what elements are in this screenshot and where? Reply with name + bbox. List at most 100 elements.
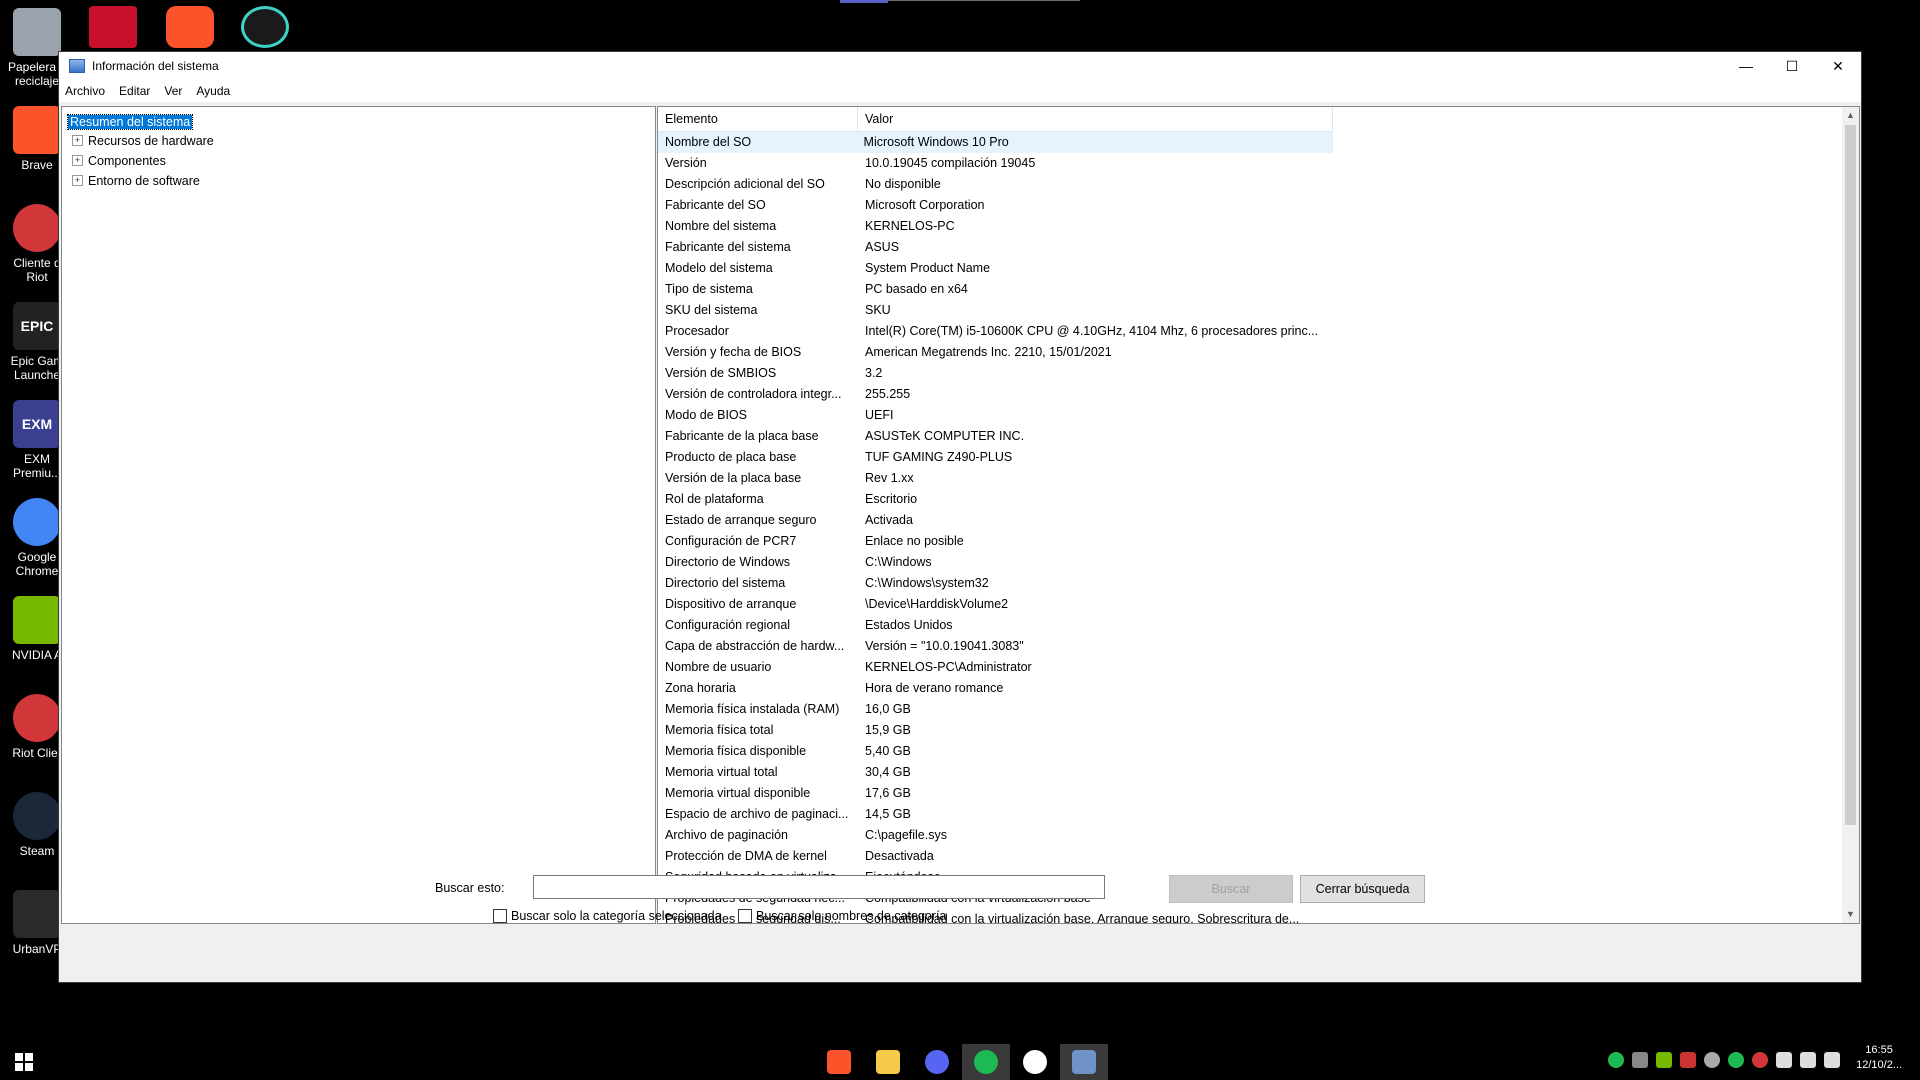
cell-value: 255.255 (865, 387, 911, 401)
taskbar-spotify-icon[interactable] (962, 1044, 1010, 1080)
table-row[interactable]: Configuración de PCR7 Enlace no posible (658, 531, 1828, 552)
menu-editar[interactable]: Editar (112, 84, 157, 98)
table-row[interactable]: Dispositivo de arranque \Device\HarddiskV… (658, 594, 1828, 615)
tray-network-icon[interactable] (1800, 1052, 1816, 1068)
tray-spotify-icon[interactable] (1728, 1052, 1744, 1068)
tree-item-components[interactable]: + Componentes (72, 152, 166, 170)
table-row[interactable]: Versión 10.0.19045 compilación 19045 (658, 153, 1828, 174)
table-row[interactable]: Memoria virtual disponible 17,6 GB (658, 783, 1828, 804)
taskbar-clock[interactable]: 16:55 12/10/2... (1856, 1043, 1902, 1073)
table-row[interactable]: Nombre del sistema KERNELOS-PC (658, 216, 1828, 237)
menu-ver[interactable]: Ver (157, 84, 189, 98)
expand-icon[interactable]: + (72, 175, 83, 187)
table-row[interactable]: Protección de DMA de kernel Desactivada (658, 846, 1828, 867)
table-row[interactable]: Directorio de Windows C:\Windows (658, 552, 1828, 573)
scroll-thumb[interactable] (1845, 125, 1856, 825)
table-row[interactable]: Archivo de paginación C:\pagefile.sys (658, 825, 1828, 846)
search-input[interactable] (533, 875, 1105, 899)
cell-value: ASUSTeK COMPUTER INC. (865, 429, 1025, 443)
tree-item-label: Resumen del sistema (66, 114, 194, 130)
table-row[interactable]: Espacio de archivo de paginaci... 14,5 GB (658, 804, 1828, 825)
menu-ayuda[interactable]: Ayuda (189, 84, 237, 98)
table-row[interactable]: Zona horaria Hora de verano romance (658, 678, 1828, 699)
vertical-scrollbar[interactable]: ▲ ▼ (1842, 107, 1859, 923)
tree-item-summary[interactable]: Resumen del sistema (66, 113, 194, 131)
close-button[interactable]: ✕ (1815, 52, 1861, 80)
taskbar-clock-app-icon[interactable] (1011, 1044, 1059, 1080)
tree-item-hardware[interactable]: + Recursos de hardware (72, 132, 214, 150)
table-row[interactable]: Versión de controladora integr... 255.255 (658, 384, 1828, 405)
tray-razer-icon[interactable] (1608, 1052, 1624, 1068)
table-row[interactable]: Versión y fecha de BIOS American Megatren… (658, 342, 1828, 363)
table-row[interactable]: SKU del sistema SKU (658, 300, 1828, 321)
table-row[interactable]: Tipo de sistema PC basado en x64 (658, 279, 1828, 300)
table-row[interactable]: Procesador Intel(R) Core(TM) i5-10600K CP… (658, 321, 1828, 342)
expand-icon[interactable]: + (72, 155, 83, 167)
cell-value: 14,5 GB (865, 807, 911, 821)
tree-item-software[interactable]: + Entorno de software (72, 172, 200, 190)
menu-archivo[interactable]: Archivo (59, 84, 112, 98)
details-list[interactable]: Elemento Valor Nombre del SO Microsoft Wi… (657, 106, 1860, 924)
start-button[interactable] (0, 1044, 48, 1080)
table-row[interactable]: Versión de SMBIOS 3.2 (658, 363, 1828, 384)
table-row[interactable]: Estado de arranque seguro Activada (658, 510, 1828, 531)
close-search-button[interactable]: Cerrar búsqueda (1300, 875, 1425, 903)
clock-date: 12/10/2... (1856, 1059, 1902, 1071)
minimize-button[interactable]: — (1723, 52, 1769, 80)
urbanvpn-icon (13, 890, 61, 938)
table-row[interactable]: Fabricante del SO Microsoft Corporation (658, 195, 1828, 216)
checkbox[interactable] (738, 909, 752, 923)
table-row[interactable]: Memoria física disponible 5,40 GB (658, 741, 1828, 762)
check-selected-category[interactable]: Buscar solo la categoría seleccionada (493, 909, 722, 923)
table-row[interactable]: Descripción adicional del SO No disponibl… (658, 174, 1828, 195)
table-row[interactable]: Modelo del sistema System Product Name (658, 258, 1828, 279)
cell-value: Microsoft Corporation (865, 198, 985, 212)
table-row[interactable]: Memoria física total 15,9 GB (658, 720, 1828, 741)
tray-drop-icon[interactable] (1704, 1052, 1720, 1068)
tray-riot-icon[interactable] (1752, 1052, 1768, 1068)
title-bar[interactable]: Información del sistema — ☐ ✕ (59, 52, 1861, 80)
scroll-down-icon[interactable]: ▼ (1842, 906, 1859, 923)
cell-element: Nombre del SO (665, 135, 752, 149)
taskbar-brave-icon[interactable] (815, 1044, 863, 1080)
column-header-value[interactable]: Valor (858, 107, 1333, 131)
table-row[interactable]: Producto de placa base TUF GAMING Z490-PL… (658, 447, 1828, 468)
table-row[interactable]: Directorio del sistema C:\Windows\system3… (658, 573, 1828, 594)
tray-microphone-icon[interactable] (1776, 1052, 1792, 1068)
expand-icon[interactable]: + (72, 135, 83, 147)
taskbar-system-info-icon[interactable] (1060, 1044, 1108, 1080)
power-app-icon[interactable] (241, 6, 289, 48)
checkbox[interactable] (493, 909, 507, 923)
table-row[interactable]: Fabricante de la placa base ASUSTeK COMPU… (658, 426, 1828, 447)
table-row[interactable]: Modo de BIOS UEFI (658, 405, 1828, 426)
valorant-icon[interactable] (89, 6, 137, 48)
table-row[interactable]: Memoria virtual total 30,4 GB (658, 762, 1828, 783)
maximize-button[interactable]: ☐ (1769, 52, 1815, 80)
check-category-names[interactable]: Buscar solo nombres de categoría (738, 909, 946, 923)
column-header-element[interactable]: Elemento (658, 107, 858, 131)
taskbar-explorer-icon[interactable] (864, 1044, 912, 1080)
taskbar-discord-icon[interactable] (913, 1044, 961, 1080)
windows-icon (15, 1053, 33, 1071)
tray-discord-icon[interactable] (1632, 1052, 1648, 1068)
tray-nvidia-icon[interactable] (1656, 1052, 1672, 1068)
category-tree[interactable]: Resumen del sistema + Recursos de hardwar… (61, 106, 656, 924)
cell-value: TUF GAMING Z490-PLUS (865, 450, 1013, 464)
tray-volume-icon[interactable] (1824, 1052, 1840, 1068)
search-button[interactable]: Buscar (1169, 875, 1293, 903)
brave-beta-icon[interactable] (166, 6, 214, 48)
table-row[interactable]: Configuración regional Estados Unidos (658, 615, 1828, 636)
table-row[interactable]: Rol de plataforma Escritorio (658, 489, 1828, 510)
cell-element: Producto de placa base (665, 450, 797, 464)
scroll-up-icon[interactable]: ▲ (1842, 107, 1859, 124)
table-row[interactable]: Versión de la placa base Rev 1.xx (658, 468, 1828, 489)
tray-mic-icon[interactable] (1680, 1052, 1696, 1068)
cell-element: Versión de controladora integr... (665, 387, 842, 401)
table-row[interactable]: Capa de abstracción de hardw... Versión =… (658, 636, 1828, 657)
search-label: Buscar esto: (435, 881, 505, 895)
table-row[interactable]: Fabricante del sistema ASUS (658, 237, 1828, 258)
cell-element: Fabricante del sistema (665, 240, 791, 254)
table-row[interactable]: Memoria física instalada (RAM) 16,0 GB (658, 699, 1828, 720)
table-row[interactable]: Nombre de usuario KERNELOS-PC\Administrat… (658, 657, 1828, 678)
table-row[interactable]: Nombre del SO Microsoft Windows 10 Pro (658, 132, 1333, 153)
